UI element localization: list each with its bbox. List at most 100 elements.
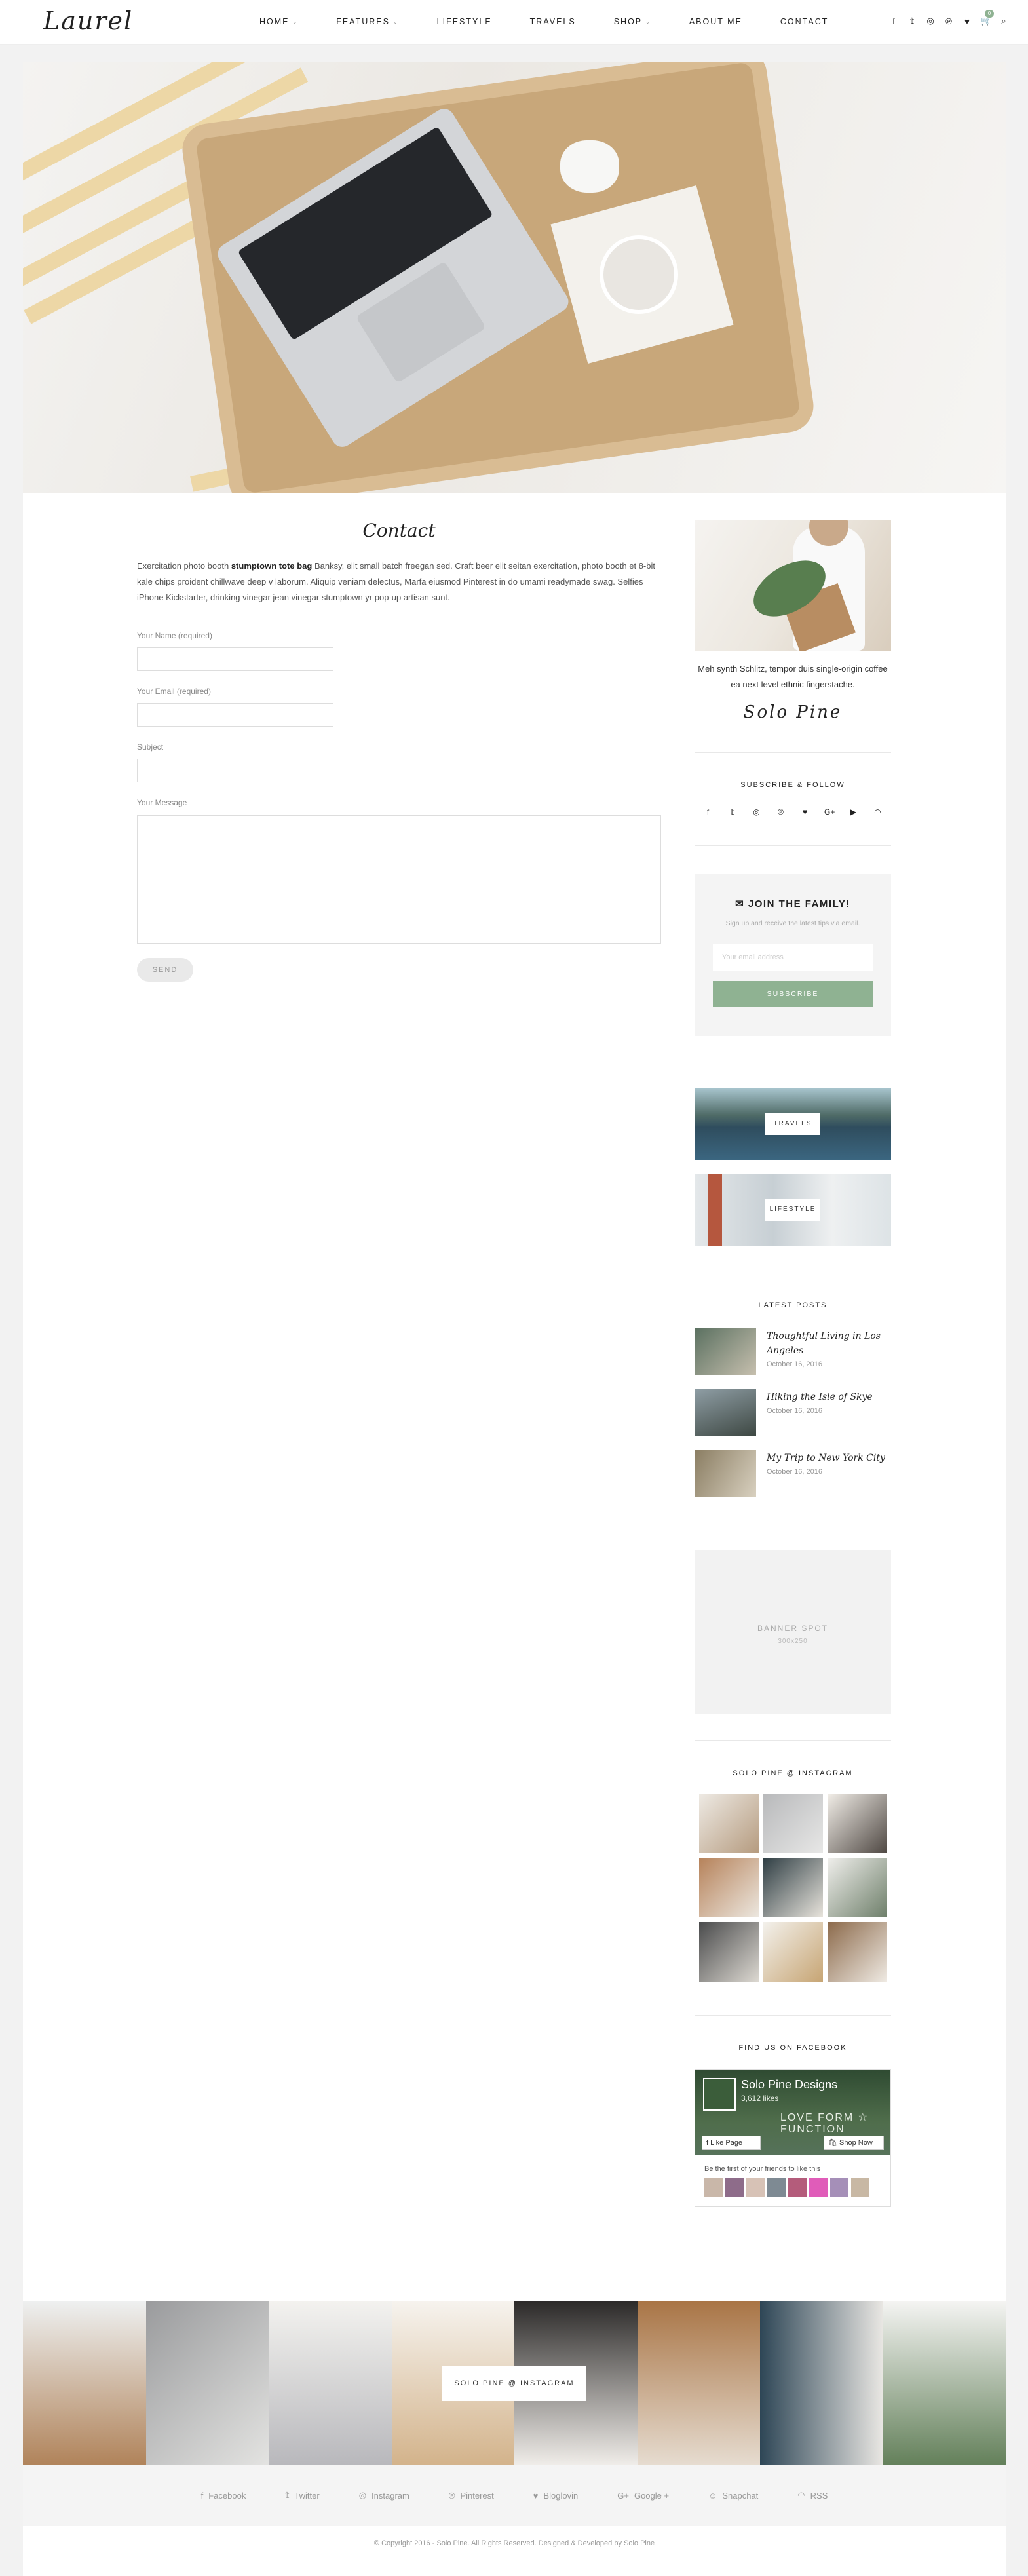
latest-post[interactable]: My Trip to New York City October 16, 201…: [695, 1450, 891, 1497]
post-title[interactable]: Thoughtful Living in Los Angeles: [767, 1329, 891, 1358]
post-thumbnail[interactable]: [695, 1450, 756, 1497]
name-field[interactable]: [137, 647, 333, 671]
avatar[interactable]: [704, 2178, 723, 2197]
facebook-icon[interactable]: f: [703, 807, 713, 817]
instagram-photo[interactable]: [269, 2301, 392, 2465]
instagram-photo[interactable]: [145, 2301, 269, 2465]
avatar[interactable]: [767, 2178, 786, 2197]
nav-item-lifestyle[interactable]: LIFESTYLE: [437, 17, 492, 26]
post-title[interactable]: My Trip to New York City: [767, 1451, 891, 1465]
search-icon[interactable]: ⌕: [999, 16, 1008, 26]
footer-link-rss[interactable]: ◠ RSS: [797, 2490, 828, 2501]
post-thumbnail[interactable]: [695, 1328, 756, 1375]
footer-link-instagram[interactable]: ◎ Instagram: [359, 2490, 409, 2501]
cart-count-badge: 0: [985, 10, 994, 18]
instagram-photo[interactable]: [828, 1794, 887, 1853]
instagram-photo[interactable]: [699, 1922, 759, 1982]
footer-link-facebook[interactable]: f Facebook: [201, 2491, 246, 2501]
email-field-label: Your Email (required): [137, 687, 211, 696]
send-button[interactable]: SEND: [137, 958, 193, 982]
cart-icon[interactable]: 🛒 0: [981, 10, 994, 26]
facebook-cover[interactable]: Solo Pine Designs 3,612 likes LOVE FORM …: [695, 2070, 890, 2155]
promo-travels[interactable]: TRAVELS: [695, 1088, 891, 1160]
nav-item-features[interactable]: FEATURES ⌄: [336, 17, 398, 26]
facebook-icon[interactable]: f: [889, 16, 898, 26]
bridge-tower: [708, 1174, 722, 1246]
avatar[interactable]: [851, 2178, 869, 2197]
newsletter-subtitle: Sign up and receive the latest tips via …: [725, 919, 860, 927]
youtube-icon[interactable]: ▶: [848, 807, 858, 817]
like-page-button[interactable]: f Like Page: [702, 2136, 761, 2150]
avatar[interactable]: [809, 2178, 828, 2197]
shop-now-button[interactable]: 🛍 Shop Now: [824, 2136, 884, 2150]
footer-link-bloglovin[interactable]: ♥ Bloglovin: [533, 2491, 578, 2501]
footer-link-twitter[interactable]: 𝕥 Twitter: [285, 2490, 319, 2501]
avatar[interactable]: [725, 2178, 744, 2197]
pinterest-icon[interactable]: ℗: [944, 16, 953, 26]
instagram-photo[interactable]: [637, 2301, 760, 2465]
site-logo[interactable]: Laurel: [43, 7, 133, 35]
instagram-photo[interactable]: [763, 1858, 823, 1917]
post-thumbnail[interactable]: [695, 1389, 756, 1436]
rss-icon[interactable]: ◠: [873, 807, 883, 817]
footer-link-google-plus[interactable]: G+ Google +: [617, 2491, 669, 2501]
nav-item-home[interactable]: HOME ⌄: [259, 17, 298, 26]
nav-item-about-me[interactable]: ABOUT ME: [689, 17, 742, 26]
avatar[interactable]: [788, 2178, 807, 2197]
nav-item-travels[interactable]: TRAVELS: [530, 17, 576, 26]
pinterest-icon[interactable]: ℗: [776, 807, 786, 817]
subject-field[interactable]: [137, 759, 333, 782]
message-textarea[interactable]: [137, 815, 661, 944]
facebook-widget-title: FIND US ON FACEBOOK: [738, 2044, 847, 2052]
shop-now-label: Shop Now: [839, 2139, 873, 2147]
heart-icon[interactable]: ♥: [800, 807, 810, 817]
avatar[interactable]: [830, 2178, 848, 2197]
latest-post[interactable]: Hiking the Isle of Skye October 16, 2016: [695, 1389, 891, 1436]
chevron-down-icon: ⌄: [292, 18, 299, 25]
heart-icon[interactable]: ♥: [962, 16, 972, 26]
banner-spot[interactable]: BANNER SPOT 300x250: [695, 1550, 891, 1714]
footer-link-label: Snapchat: [722, 2490, 759, 2501]
nav-label: HOME: [259, 17, 290, 26]
twitter-icon[interactable]: 𝕥: [727, 807, 737, 817]
pinterest-icon: ℗: [448, 2490, 455, 2501]
footer-link-pinterest[interactable]: ℗ Pinterest: [449, 2491, 494, 2501]
instagram-photo[interactable]: [699, 1858, 759, 1917]
facebook-page-widget: Solo Pine Designs 3,612 likes LOVE FORM …: [695, 2069, 891, 2207]
instagram-photo[interactable]: [23, 2301, 146, 2465]
instagram-photo[interactable]: [883, 2301, 1006, 2465]
footer-link-label: Bloglovin: [543, 2490, 579, 2501]
instagram-photo[interactable]: [763, 1794, 823, 1853]
facebook-page-logo[interactable]: [703, 2078, 736, 2111]
instagram-photo[interactable]: [828, 1858, 887, 1917]
facebook-page-name[interactable]: Solo Pine Designs: [741, 2078, 837, 2092]
instagram-icon[interactable]: ◎: [926, 16, 935, 26]
email-field[interactable]: [137, 703, 333, 727]
google-plus-icon[interactable]: G+: [824, 807, 835, 817]
instagram-photo[interactable]: [699, 1794, 759, 1853]
footer-instagram-label[interactable]: SOLO PINE @ INSTAGRAM: [442, 2366, 586, 2401]
post-title[interactable]: Hiking the Isle of Skye: [767, 1390, 891, 1404]
newsletter-email-input[interactable]: Your email address: [713, 944, 873, 971]
instagram-icon[interactable]: ◎: [752, 807, 761, 817]
nav-item-shop[interactable]: SHOP ⌄: [614, 17, 651, 26]
signature: Solo Pine: [743, 702, 843, 722]
promo-lifestyle[interactable]: LIFESTYLE: [695, 1174, 891, 1246]
promo-label: LIFESTYLE: [765, 1199, 820, 1221]
post-date: October 16, 2016: [767, 1468, 823, 1476]
banner-title: BANNER SPOT: [757, 1624, 828, 1633]
footer-link-snapchat[interactable]: ☺ Snapchat: [708, 2491, 758, 2501]
subject-field-label: Subject: [137, 742, 164, 752]
instagram-photo[interactable]: [760, 2301, 883, 2465]
latest-post[interactable]: Thoughtful Living in Los Angeles October…: [695, 1328, 891, 1375]
instagram-photo[interactable]: [763, 1922, 823, 1982]
contact-intro: Exercitation photo booth stumptown tote …: [137, 558, 661, 606]
nav-item-contact[interactable]: CONTACT: [780, 17, 829, 26]
divider: [695, 845, 891, 846]
instagram-photo[interactable]: [828, 1922, 887, 1982]
avatar[interactable]: [746, 2178, 765, 2197]
subscribe-button[interactable]: SUBSCRIBE: [713, 981, 873, 1007]
twitter-icon[interactable]: 𝕥: [907, 16, 917, 26]
nav-label: LIFESTYLE: [436, 17, 492, 26]
subscribe-follow-title: SUBSCRIBE & FOLLOW: [740, 781, 845, 789]
